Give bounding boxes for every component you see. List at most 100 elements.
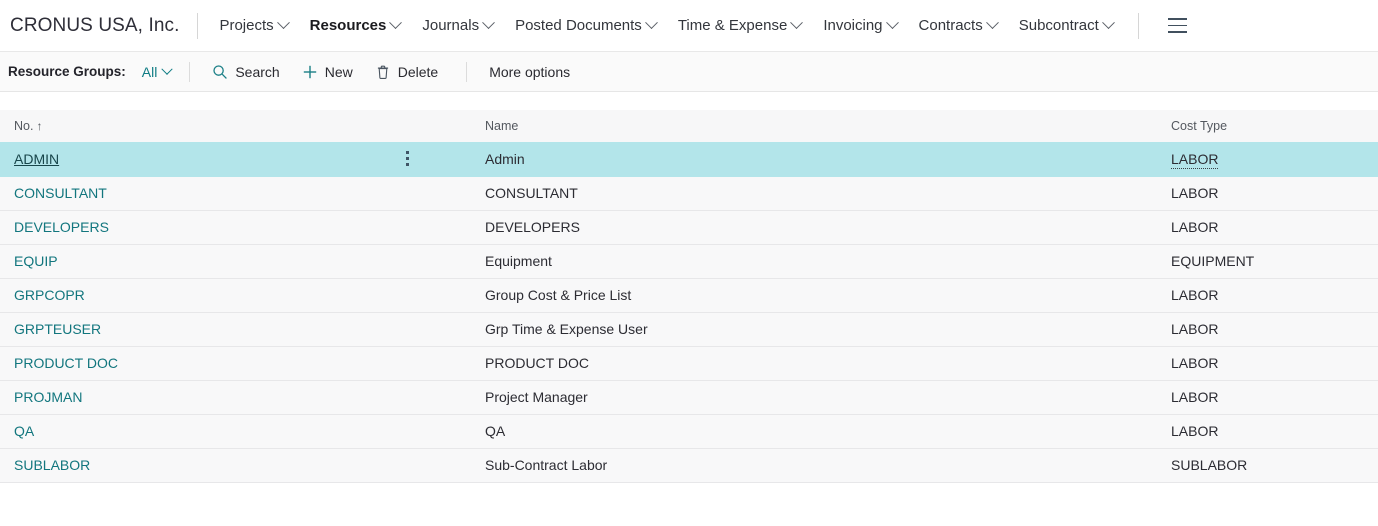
hamburger-icon[interactable] xyxy=(1161,11,1195,41)
cell-cost-type[interactable]: LABOR xyxy=(1157,312,1378,347)
cell-name[interactable]: CONSULTANT xyxy=(471,176,1157,211)
resource-group-name: PRODUCT DOC xyxy=(485,355,589,371)
cell-no[interactable]: PRODUCT DOC xyxy=(0,346,471,381)
nav-item-journals[interactable]: Journals xyxy=(411,11,504,40)
cell-no[interactable]: EQUIP xyxy=(0,244,471,279)
nav-item-label: Resources xyxy=(309,17,387,34)
cost-type-value: LABOR xyxy=(1171,185,1219,201)
table-row[interactable]: GRPTEUSER Grp Time & Expense User LABOR xyxy=(0,312,1378,347)
nav-item-subcontract[interactable]: Subcontract xyxy=(1008,11,1124,40)
table-row[interactable]: PRODUCT DOC PRODUCT DOC LABOR xyxy=(0,346,1378,381)
cell-name[interactable]: Sub-Contract Labor xyxy=(471,448,1157,483)
cell-no[interactable]: PROJMAN xyxy=(0,380,471,415)
column-header-no[interactable]: No. ↑ xyxy=(0,110,471,142)
nav-item-label: Contracts xyxy=(918,17,983,34)
table-row[interactable]: DEVELOPERS DEVELOPERS LABOR xyxy=(0,210,1378,245)
cost-type-value: LABOR xyxy=(1171,389,1219,405)
cost-type-value: LABOR xyxy=(1171,355,1219,371)
cost-type-value: LABOR xyxy=(1171,423,1219,439)
table-row[interactable]: QA QA LABOR xyxy=(0,414,1378,449)
nav-item-contracts[interactable]: Contracts xyxy=(908,11,1008,40)
resource-group-link[interactable]: ADMIN xyxy=(14,151,59,167)
chevron-down-icon xyxy=(985,16,999,30)
cell-cost-type[interactable]: LABOR xyxy=(1157,380,1378,415)
more-options-button[interactable]: More options xyxy=(481,60,578,84)
resource-group-name: Group Cost & Price List xyxy=(485,287,632,303)
resource-group-name: Project Manager xyxy=(485,389,588,405)
cell-no[interactable]: GRPCOPR xyxy=(0,278,471,313)
table-row[interactable]: SUBLABOR Sub-Contract Labor SUBLABOR xyxy=(0,448,1378,483)
column-header-cost[interactable]: Cost Type xyxy=(1157,110,1378,142)
nav-item-projects[interactable]: Projects xyxy=(208,11,298,40)
nav-item-posted-documents[interactable]: Posted Documents xyxy=(504,11,667,40)
table-row[interactable]: ADMIN Admin LABOR xyxy=(0,142,1378,177)
cell-cost-type[interactable]: LABOR xyxy=(1157,176,1378,211)
resource-group-link[interactable]: GRPCOPR xyxy=(14,287,85,303)
cell-name[interactable]: Equipment xyxy=(471,244,1157,279)
trash-icon xyxy=(375,64,391,80)
cell-cost-type[interactable]: EQUIPMENT xyxy=(1157,244,1378,279)
resource-group-name: Equipment xyxy=(485,253,552,269)
resource-group-link[interactable]: PROJMAN xyxy=(14,389,82,405)
cell-name[interactable]: Admin xyxy=(471,142,1157,177)
cell-name[interactable]: DEVELOPERS xyxy=(471,210,1157,245)
cell-no[interactable]: QA xyxy=(0,414,471,449)
cell-name[interactable]: Grp Time & Expense User xyxy=(471,312,1157,347)
nav-item-label: Posted Documents xyxy=(515,17,642,34)
resource-group-name: CONSULTANT xyxy=(485,185,578,201)
top-navigation-bar: CRONUS USA, Inc. Projects Resources Journa… xyxy=(0,0,1378,52)
table-row[interactable]: EQUIP Equipment EQUIPMENT xyxy=(0,244,1378,279)
view-filter-dropdown[interactable]: All xyxy=(138,61,176,83)
cell-cost-type[interactable]: LABOR xyxy=(1157,278,1378,313)
column-header-name[interactable]: Name xyxy=(471,110,1157,142)
table-row[interactable]: GRPCOPR Group Cost & Price List LABOR xyxy=(0,278,1378,313)
cell-name[interactable]: PRODUCT DOC xyxy=(471,346,1157,381)
resource-group-name: Sub-Contract Labor xyxy=(485,457,608,473)
resource-group-link[interactable]: PRODUCT DOC xyxy=(14,355,118,371)
toolbar-divider-2 xyxy=(466,61,468,82)
resource-group-link[interactable]: SUBLABOR xyxy=(14,457,90,473)
cell-no[interactable]: SUBLABOR xyxy=(0,448,471,483)
toolbar-divider-1 xyxy=(189,61,191,82)
chevron-down-icon xyxy=(644,16,658,30)
nav-item-time-expense[interactable]: Time & Expense xyxy=(667,11,813,40)
cell-name[interactable]: QA xyxy=(471,414,1157,449)
cell-cost-type[interactable]: LABOR xyxy=(1157,210,1378,245)
cell-cost-type[interactable]: LABOR xyxy=(1157,346,1378,381)
cell-cost-type[interactable]: LABOR xyxy=(1157,414,1378,449)
chevron-down-icon xyxy=(1101,16,1115,30)
new-button[interactable]: New xyxy=(294,60,361,84)
table-header: No. ↑ Name Cost Type xyxy=(0,110,1378,142)
resource-group-link[interactable]: DEVELOPERS xyxy=(14,219,109,235)
resource-groups-list: No. ↑ Name Cost Type ADMIN Admin LABOR CONSULT… xyxy=(0,92,1378,483)
resource-group-link[interactable]: GRPTEUSER xyxy=(14,321,101,337)
table-row[interactable]: CONSULTANT CONSULTANT LABOR xyxy=(0,176,1378,211)
nav-item-invoicing[interactable]: Invoicing xyxy=(812,11,907,40)
resource-group-link[interactable]: QA xyxy=(14,423,34,439)
more-vertical-icon[interactable] xyxy=(399,150,415,168)
resource-group-link[interactable]: EQUIP xyxy=(14,253,58,269)
cell-cost-type[interactable]: SUBLABOR xyxy=(1157,448,1378,483)
cell-name[interactable]: Group Cost & Price List xyxy=(471,278,1157,313)
new-button-label: New xyxy=(324,63,353,80)
cell-cost-type[interactable]: LABOR xyxy=(1157,142,1378,177)
cost-type-value: EQUIPMENT xyxy=(1171,253,1255,269)
cell-no[interactable]: DEVELOPERS xyxy=(0,210,471,245)
action-toolbar: Resource Groups: All Search New Delete M… xyxy=(0,52,1378,92)
nav-divider-right xyxy=(1137,12,1139,39)
cost-type-value: LABOR xyxy=(1171,321,1219,337)
nav-item-label: Journals xyxy=(422,17,480,34)
table-row[interactable]: PROJMAN Project Manager LABOR xyxy=(0,380,1378,415)
resource-group-link[interactable]: CONSULTANT xyxy=(14,185,107,201)
cell-no[interactable]: ADMIN xyxy=(0,142,471,177)
cell-no[interactable]: GRPTEUSER xyxy=(0,312,471,347)
nav-item-resources[interactable]: Resources xyxy=(299,11,412,40)
delete-button-label: Delete xyxy=(397,63,439,80)
chevron-down-icon xyxy=(885,16,899,30)
search-button[interactable]: Search xyxy=(204,60,287,84)
search-icon xyxy=(212,64,228,80)
delete-button[interactable]: Delete xyxy=(367,60,446,84)
cell-no[interactable]: CONSULTANT xyxy=(0,176,471,211)
cell-name[interactable]: Project Manager xyxy=(471,380,1157,415)
cost-type-value: LABOR xyxy=(1171,287,1219,303)
